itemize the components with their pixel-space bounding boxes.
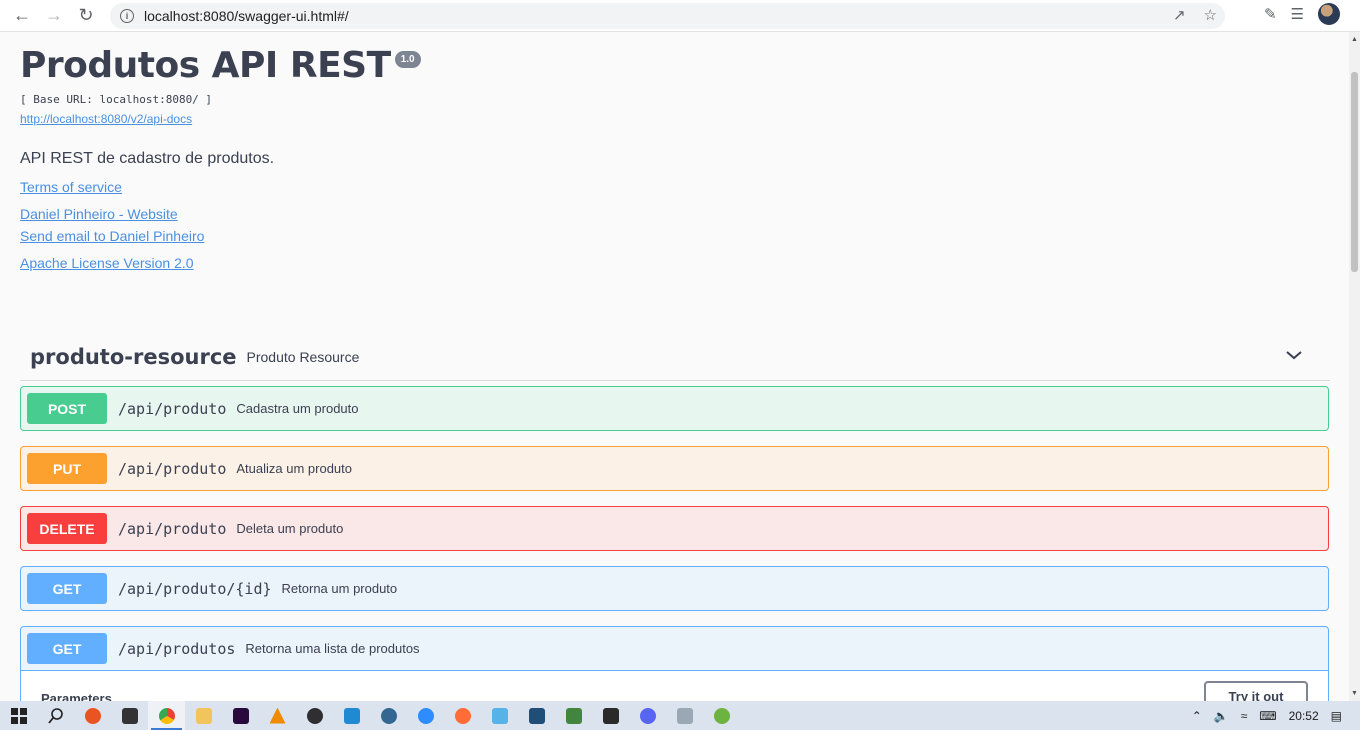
reading-list-icon[interactable]: ☰ xyxy=(1291,5,1304,23)
ubuntu-icon[interactable] xyxy=(74,701,111,730)
sourcetree-icon[interactable] xyxy=(481,701,518,730)
operation-path: /api/produto xyxy=(118,519,227,538)
operation-header[interactable]: GET /api/produtos Retorna uma lista de p… xyxy=(21,627,1328,671)
email-link[interactable]: Send email to Daniel Pinheiro xyxy=(20,228,204,244)
postman-icon[interactable] xyxy=(444,701,481,730)
operation-summary: Retorna uma lista de produtos xyxy=(245,641,420,656)
api-title-row: Produtos API REST 1.0 xyxy=(20,45,421,86)
epic-games-icon[interactable] xyxy=(592,701,629,730)
system-tray: ⌃ 🔈 ≈ ⌨ 20:52 ▤ xyxy=(1192,701,1360,730)
scroll-up-icon[interactable]: ▲ xyxy=(1350,36,1359,43)
operation-get-produtos: GET /api/produtos Retorna uma lista de p… xyxy=(20,626,1329,701)
base-url: [ Base URL: localhost:8080/ ] xyxy=(20,93,213,106)
notification-icon[interactable]: ▤ xyxy=(1331,709,1342,723)
tag-description: Produto Resource xyxy=(246,348,360,365)
operation-get-produto-id[interactable]: GET /api/produto/{id} Retorna um produto xyxy=(20,566,1329,611)
keyboard-icon[interactable]: ⌨ xyxy=(1259,709,1276,723)
zoom-icon[interactable] xyxy=(407,701,444,730)
file-explorer-icon[interactable] xyxy=(185,701,222,730)
site-info-icon[interactable]: i xyxy=(120,9,134,23)
operation-path: /api/produtos xyxy=(118,639,236,658)
method-badge: GET xyxy=(27,573,107,604)
extensions-icon[interactable]: ✎ xyxy=(1264,5,1277,23)
website-link[interactable]: Daniel Pinheiro - Website xyxy=(20,206,178,222)
api-docs-link[interactable]: http://localhost:8080/v2/api-docs xyxy=(20,112,192,126)
obs-icon[interactable] xyxy=(296,701,333,730)
scroll-thumb[interactable] xyxy=(1351,72,1358,272)
tag-header[interactable]: produto-resource Produto Resource xyxy=(20,333,1330,381)
method-badge: DELETE xyxy=(27,513,107,544)
api-description: API REST de cadastro de produtos. xyxy=(20,150,275,167)
postgres-icon[interactable] xyxy=(370,701,407,730)
spring-icon[interactable] xyxy=(703,701,740,730)
license-link[interactable]: Apache License Version 2.0 xyxy=(20,255,194,271)
chevron-down-icon[interactable] xyxy=(1284,345,1304,365)
volume-icon[interactable]: 🔈 xyxy=(1214,709,1229,723)
try-it-out-button[interactable]: Try it out xyxy=(1204,681,1308,701)
operation-path: /api/produto xyxy=(118,399,227,418)
share-icon[interactable]: ↗ xyxy=(1173,6,1186,24)
chevron-up-icon[interactable]: ⌃ xyxy=(1192,709,1202,723)
operation-summary: Cadastra um produto xyxy=(236,401,359,416)
terms-link[interactable]: Terms of service xyxy=(20,179,122,195)
operation-put-produto[interactable]: PUT /api/produto Atualiza um produto xyxy=(20,446,1329,491)
taskbar: ⌃ 🔈 ≈ ⌨ 20:52 ▤ xyxy=(0,701,1360,730)
address-bar[interactable]: i localhost:8080/swagger-ui.html#/ ↗ ☆ xyxy=(110,3,1225,29)
nodejs-icon[interactable] xyxy=(555,701,592,730)
operation-summary: Retorna um produto xyxy=(281,581,398,596)
api-title: Produtos API REST xyxy=(20,45,391,86)
bookmark-star-icon[interactable]: ☆ xyxy=(1204,6,1217,24)
version-badge: 1.0 xyxy=(394,51,421,68)
reload-icon[interactable]: ↻ xyxy=(70,0,102,32)
operation-delete-produto[interactable]: DELETE /api/produto Deleta um produto xyxy=(20,506,1329,551)
operation-path: /api/produto xyxy=(118,459,227,478)
tag-name: produto-resource xyxy=(30,344,237,369)
image-viewer-icon[interactable] xyxy=(666,701,703,730)
sql-developer-icon[interactable] xyxy=(518,701,555,730)
profile-avatar[interactable] xyxy=(1318,3,1340,25)
operation-summary: Deleta um produto xyxy=(236,521,344,536)
url-text: localhost:8080/swagger-ui.html#/ xyxy=(144,8,349,24)
method-badge: GET xyxy=(27,633,107,664)
discord-icon[interactable] xyxy=(629,701,666,730)
operation-post-produto[interactable]: POST /api/produto Cadastra um produto xyxy=(20,386,1329,431)
operation-path: /api/produto/{id} xyxy=(118,579,272,598)
wifi-icon[interactable]: ≈ xyxy=(1241,709,1248,723)
operation-summary: Atualiza um produto xyxy=(236,461,352,476)
browser-toolbar: ← → ↻ i localhost:8080/swagger-ui.html#/… xyxy=(0,0,1360,32)
page-scrollbar[interactable]: ▲ ▼ xyxy=(1349,32,1360,701)
search-icon[interactable] xyxy=(37,701,74,730)
forward-icon[interactable]: → xyxy=(38,0,70,32)
clock-time[interactable]: 20:52 xyxy=(1289,709,1319,723)
parameters-label: Parameters xyxy=(41,691,112,701)
chrome-icon[interactable] xyxy=(148,701,185,730)
method-badge: POST xyxy=(27,393,107,424)
swagger-page: Produtos API REST 1.0 [ Base URL: localh… xyxy=(0,33,1349,701)
terminal-icon[interactable] xyxy=(111,701,148,730)
windows-start-icon[interactable] xyxy=(0,701,37,730)
vlc-icon[interactable] xyxy=(259,701,296,730)
premiere-icon[interactable] xyxy=(222,701,259,730)
scroll-down-icon[interactable]: ▼ xyxy=(1350,690,1359,697)
back-icon[interactable]: ← xyxy=(6,0,38,32)
method-badge: PUT xyxy=(27,453,107,484)
parameters-section: Parameters Try it out xyxy=(21,671,1328,701)
vscode-icon[interactable] xyxy=(333,701,370,730)
